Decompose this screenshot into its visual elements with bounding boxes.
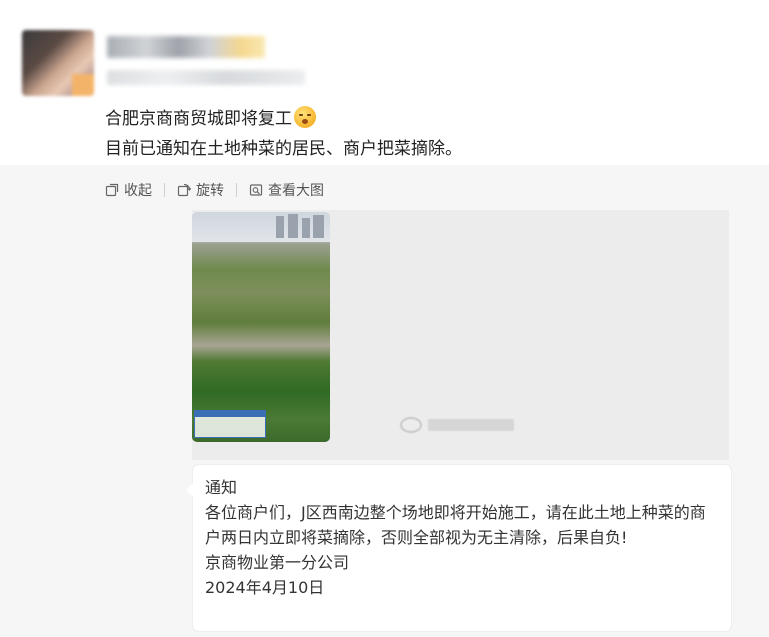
collapse-button[interactable]: 收起 [105, 180, 152, 200]
post-photo[interactable] [192, 212, 330, 442]
view-large-icon [249, 184, 263, 196]
notice-signature: 京商物业第一分公司 [205, 553, 350, 572]
weibo-logo-icon [400, 417, 422, 433]
post-meta-blurred [107, 70, 305, 85]
photo-building [302, 218, 310, 238]
rotate-button[interactable]: 旋转 [177, 180, 224, 200]
image-toolbar: 收起 旋转 查看大图 [105, 180, 324, 200]
notice-title: 通知 [205, 478, 238, 497]
photo-building [276, 216, 284, 238]
notice-date: 2024年4月10日 [205, 578, 325, 597]
flushed-face-emoji-icon [294, 106, 316, 128]
rotate-icon [177, 183, 191, 197]
collapse-icon [105, 183, 119, 197]
photo-watermark-stamp [194, 410, 266, 438]
weibo-post: 合肥京商商贸城即将复工 目前已通知在土地种菜的居民、商户把菜摘除。 收起 旋转 [0, 0, 769, 637]
photo-building [313, 215, 324, 238]
weibo-watermark [400, 417, 514, 433]
post-text-line-2: 目前已通知在土地种菜的居民、商户把菜摘除。 [105, 139, 462, 159]
post-text-line-1: 合肥京商商贸城即将复工 [105, 104, 745, 134]
view-large-button[interactable]: 查看大图 [249, 180, 324, 200]
post-text-line-1-content: 合肥京商商贸城即将复工 [105, 109, 292, 129]
post-text: 合肥京商商贸城即将复工 目前已通知在土地种菜的居民、商户把菜摘除。 [105, 104, 745, 164]
username-blurred[interactable] [107, 36, 265, 58]
watermark-text-blurred [428, 419, 514, 431]
toolbar-divider [164, 183, 165, 197]
notice-body: 各位商户们，J区西南边整个场地即将开始施工，请在此土地上种菜的商户两日内立即将菜… [205, 503, 706, 547]
avatar[interactable] [22, 30, 94, 96]
collapse-label: 收起 [124, 183, 152, 199]
photo-building [288, 214, 298, 238]
toolbar-divider [236, 183, 237, 197]
notice-card: 通知 各位商户们，J区西南边整个场地即将开始施工，请在此土地上种菜的商户两日内立… [186, 465, 731, 631]
view-large-label: 查看大图 [268, 183, 324, 199]
rotate-label: 旋转 [196, 183, 224, 199]
